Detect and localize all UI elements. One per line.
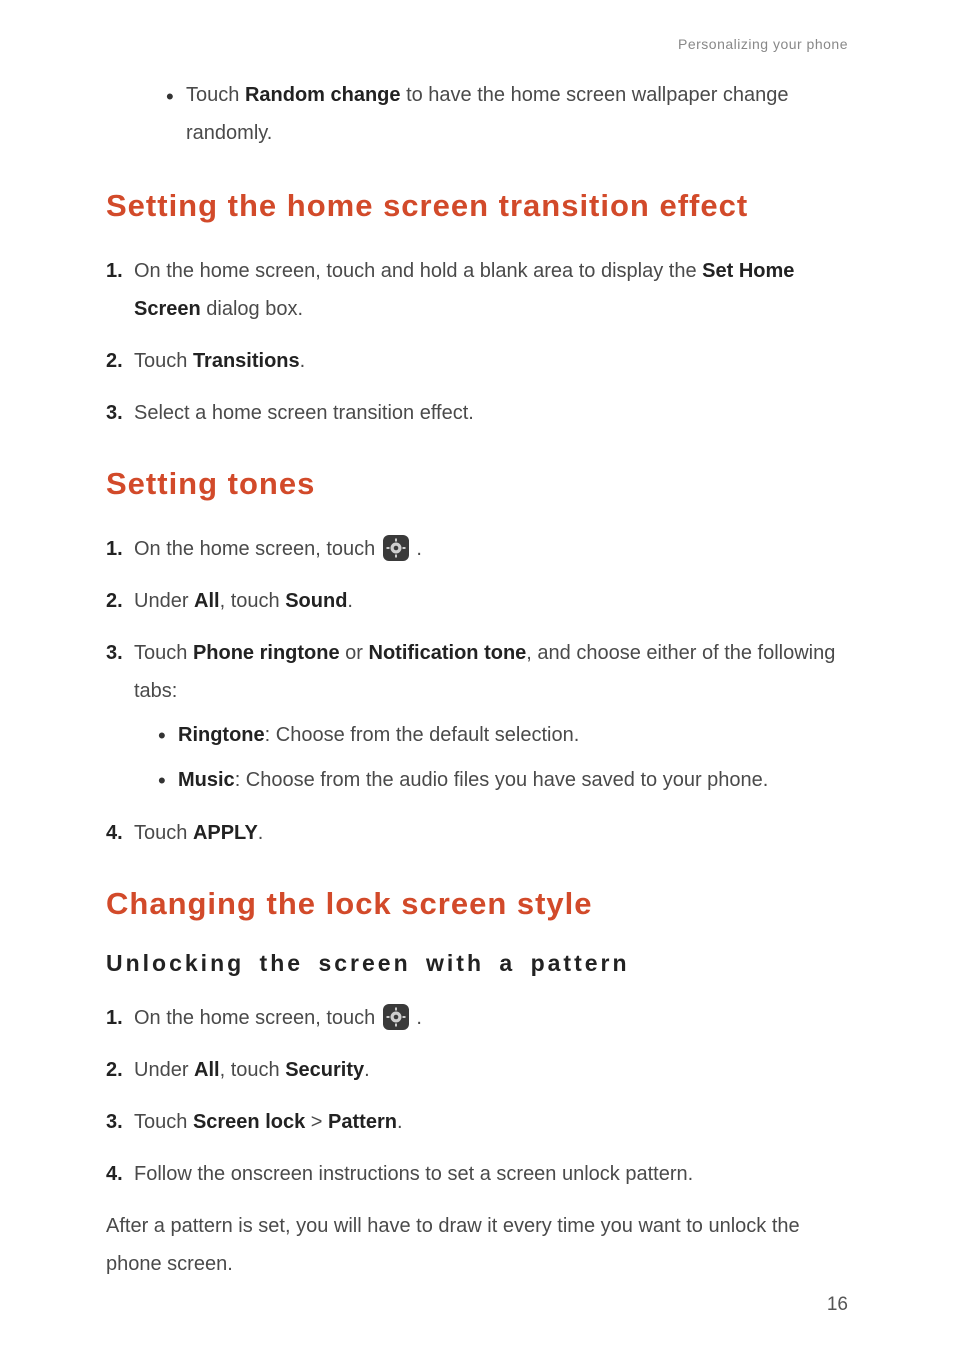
bullet-random-change: Touch Random change to have the home scr… [166,76,848,152]
tones-step-3: 3. Touch Phone ringtone or Notification … [106,634,848,800]
text: On the home screen, touch and hold a bla… [134,260,702,282]
step-marker: 2. [106,582,123,620]
sub-bullet-music: Music: Choose from the audio files you h… [158,761,848,800]
bold-text: Ringtone [178,724,265,746]
bold-text: APPLY [193,822,258,844]
text: Under [134,1059,194,1081]
step-marker: 3. [106,634,123,672]
step-marker: 4. [106,814,123,852]
transition-step-2: 2. Touch Transitions. [106,342,848,380]
bold-text: All [194,1059,220,1081]
transition-step-1: 1. On the home screen, touch and hold a … [106,252,848,328]
text: dialog box. [201,298,303,320]
text: Select a home screen transition effect. [134,402,474,424]
bold-text: Sound [285,590,347,612]
page-number: 16 [827,1294,848,1316]
bold-text: Security [285,1059,364,1081]
text: Touch [134,1111,193,1133]
text: or [340,642,369,664]
text: Touch [186,84,245,106]
closing-paragraph: After a pattern is set, you will have to… [106,1207,848,1283]
text: Under [134,590,194,612]
step-marker: 4. [106,1155,123,1193]
text: Touch [134,642,193,664]
step-marker: 3. [106,394,123,432]
step-marker: 1. [106,530,123,568]
running-header: Personalizing your phone [106,36,848,52]
text: Touch [134,822,193,844]
text: > [305,1111,328,1133]
step-marker: 1. [106,252,123,290]
text: Touch [134,350,193,372]
text: . [364,1059,370,1081]
bold-text: Notification tone [369,642,527,664]
text: . [300,350,306,372]
text: On the home screen, touch [134,538,381,560]
step-marker: 1. [106,999,123,1037]
text: . [258,822,264,844]
section-heading-tones: Setting tones [106,466,848,502]
text: , touch [220,1059,286,1081]
text: : Choose from the audio files you have s… [235,769,769,791]
step-marker: 2. [106,342,123,380]
lock-step-1: 1. On the home screen, touch . [106,999,848,1037]
bold-text: Music [178,769,235,791]
bold-text: Transitions [193,350,300,372]
text: , touch [220,590,286,612]
sub-bullet-ringtone: Ringtone: Choose from the default select… [158,716,848,755]
step-marker: 3. [106,1103,123,1141]
lock-step-4: 4. Follow the onscreen instructions to s… [106,1155,848,1193]
bold-text: Phone ringtone [193,642,340,664]
subsection-heading-pattern: Unlocking the screen with a pattern [106,950,848,977]
bold-text: Pattern [328,1111,397,1133]
section-heading-lock: Changing the lock screen style [106,886,848,922]
text: . [347,590,353,612]
text: : Choose from the default selection. [265,724,580,746]
transition-step-3: 3. Select a home screen transition effec… [106,394,848,432]
tones-step-2: 2. Under All, touch Sound. [106,582,848,620]
page-content: Personalizing your phone Touch Random ch… [0,0,954,1283]
lock-step-3: 3. Touch Screen lock > Pattern. [106,1103,848,1141]
text: . [416,1007,422,1029]
bold-text: Screen lock [193,1111,305,1133]
text: Follow the onscreen instructions to set … [134,1163,693,1185]
step-marker: 2. [106,1051,123,1089]
tones-step-4: 4. Touch APPLY. [106,814,848,852]
text: . [416,538,422,560]
tones-sub-bullets: Ringtone: Choose from the default select… [158,716,848,800]
tones-step-1: 1. On the home screen, touch . [106,530,848,568]
text: On the home screen, touch [134,1007,381,1029]
bold-text: Random change [245,84,401,106]
section-heading-transition: Setting the home screen transition effec… [106,188,848,224]
lock-step-2: 2. Under All, touch Security. [106,1051,848,1089]
bold-text: All [194,590,220,612]
text: . [397,1111,403,1133]
settings-icon [383,1004,409,1030]
settings-icon [383,535,409,561]
continuation-bullet-group: Touch Random change to have the home scr… [166,76,848,152]
